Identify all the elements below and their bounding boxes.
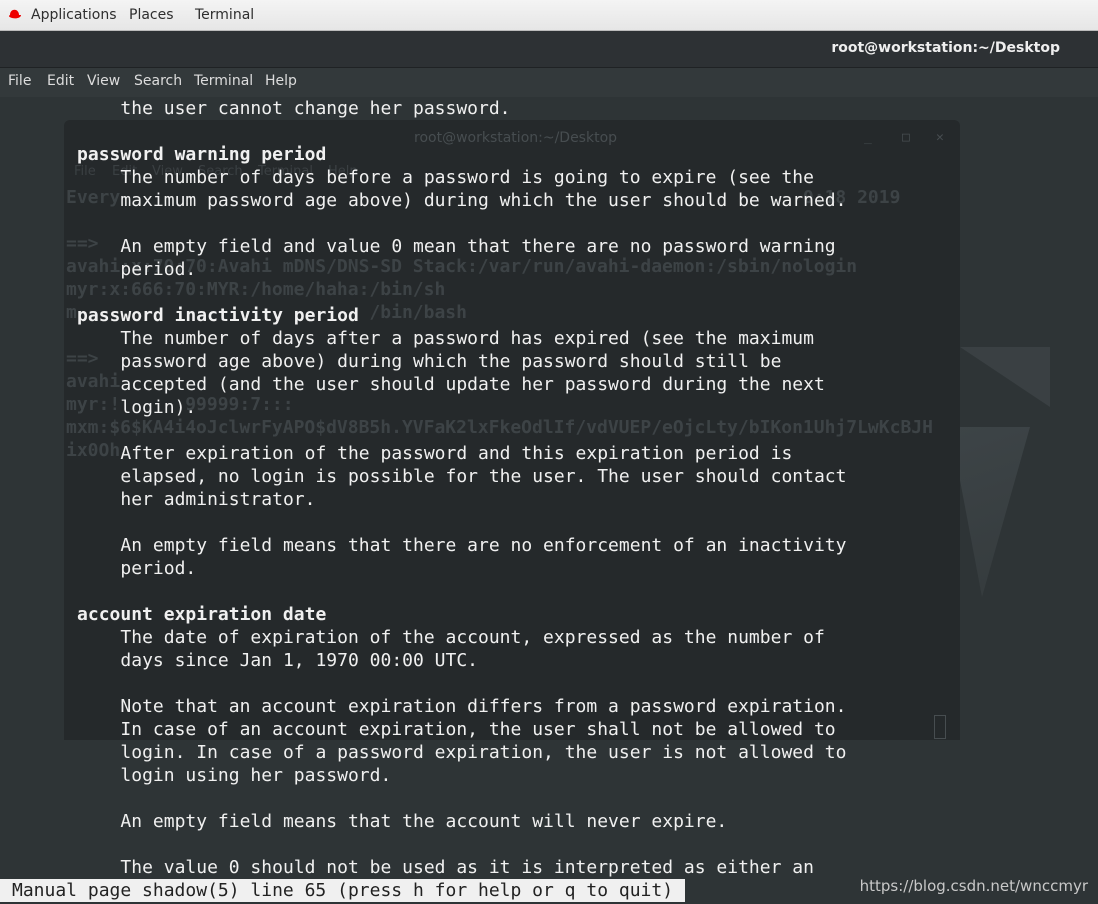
gnome-top-bar: Applications Places Terminal xyxy=(0,0,1098,31)
man-text-line: An empty field and value 0 mean that the… xyxy=(120,236,836,257)
window-title: root@workstation:~/Desktop xyxy=(831,40,1060,56)
man-text-line: An empty field means that the account wi… xyxy=(120,811,728,832)
menu-terminal[interactable]: Terminal xyxy=(194,73,253,89)
man-text-line xyxy=(0,511,1098,534)
terminal-app-menu[interactable]: Terminal xyxy=(195,7,254,23)
man-text-line: Note that an account expiration differs … xyxy=(120,696,847,717)
man-section-heading: password inactivity period xyxy=(77,305,359,326)
man-text-line: login using her password. xyxy=(120,765,392,786)
menu-file[interactable]: File xyxy=(8,73,31,89)
man-text-line: elapsed, no login is possible for the us… xyxy=(120,466,847,487)
man-text-line: her administrator. xyxy=(120,489,316,510)
man-section-heading: account expiration date xyxy=(77,604,327,625)
menu-view[interactable]: View xyxy=(87,73,120,89)
man-text-line xyxy=(0,787,1098,810)
man-text-line: After expiration of the password and thi… xyxy=(120,443,793,464)
man-text-line xyxy=(0,672,1098,695)
man-section-heading: password warning period xyxy=(77,144,327,165)
man-text-line xyxy=(0,212,1098,235)
man-text-line: In case of an account expiration, the us… xyxy=(120,719,836,740)
man-text-line: days since Jan 1, 1970 00:00 UTC. xyxy=(120,650,479,671)
man-text-line xyxy=(0,419,1098,442)
menu-help[interactable]: Help xyxy=(265,73,297,89)
man-text-line: period. xyxy=(120,558,197,579)
man-text-line: login). xyxy=(120,397,197,418)
menu-edit[interactable]: Edit xyxy=(47,73,74,89)
man-text-line xyxy=(0,580,1098,603)
watermark: https://blog.csdn.net/wnccmyr xyxy=(859,877,1088,895)
man-text-line: period. xyxy=(120,259,197,280)
redhat-hat-icon xyxy=(8,9,21,19)
applications-menu[interactable]: Applications xyxy=(31,7,117,23)
pager-status-line: Manual page shadow(5) line 65 (press h f… xyxy=(0,879,686,902)
man-text-line: the user cannot change her password. xyxy=(120,98,511,119)
man-page-content: the user cannot change her password. pass… xyxy=(0,97,1098,879)
man-text-line xyxy=(0,120,1098,143)
man-text-line: The number of days after a password has … xyxy=(120,328,814,349)
menu-bar: File Edit View Search Terminal Help xyxy=(0,68,1098,97)
man-text-line: An empty field means that there are no e… xyxy=(120,535,847,556)
places-menu[interactable]: Places xyxy=(129,7,174,23)
man-text-line: maximum password age above) during which… xyxy=(120,190,847,211)
menu-search[interactable]: Search xyxy=(134,73,182,89)
man-text-line xyxy=(0,833,1098,856)
man-text-line: password age above) during which the pas… xyxy=(120,351,782,372)
window-titlebar[interactable]: root@workstation:~/Desktop xyxy=(0,31,1098,68)
man-text-line: The date of expiration of the account, e… xyxy=(120,627,825,648)
man-text-line xyxy=(0,281,1098,304)
man-text-line: The value 0 should not be used as it is … xyxy=(120,857,814,878)
man-text-line: accepted (and the user should update her… xyxy=(120,374,825,395)
man-text-line: login. In case of a password expiration,… xyxy=(120,742,847,763)
man-text-line: The number of days before a password is … xyxy=(120,167,814,188)
